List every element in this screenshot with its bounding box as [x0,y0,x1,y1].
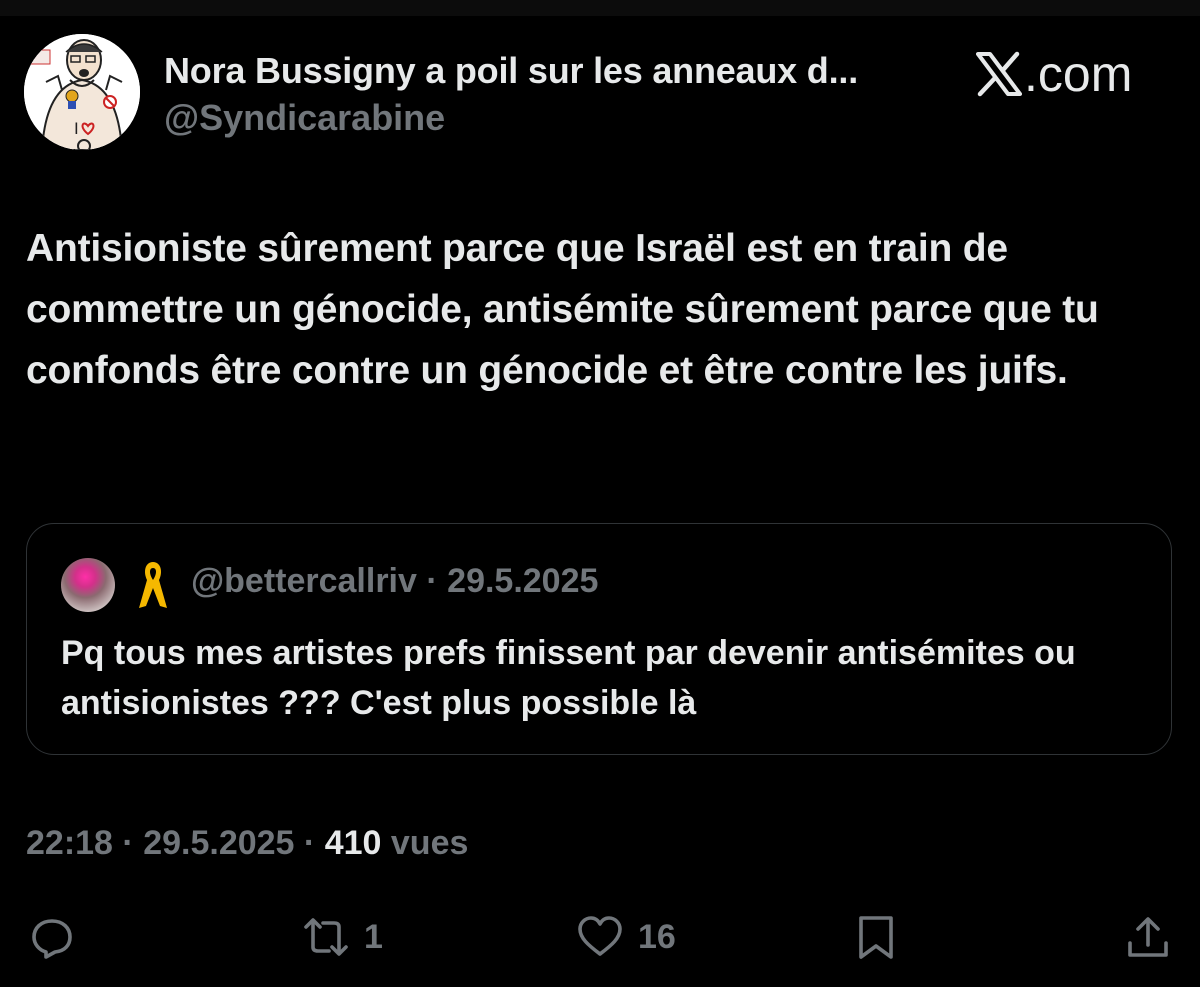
quoted-date[interactable]: 29.5.2025 [447,562,598,600]
post-stats: 22:18 · 29.5.2025 · 410 vues [26,824,468,863]
heart-icon [578,916,622,956]
stats-separator: · [122,824,134,862]
views-label[interactable]: vues [391,824,469,862]
quoted-separator: · [426,562,438,600]
views-count[interactable]: 410 [325,824,382,862]
quoted-avatar[interactable] [61,558,115,612]
brand-text: .com [1024,46,1133,102]
quoted-post-card[interactable]: @bettercallriv · 29.5.2025 Pq tous mes a… [26,523,1172,755]
quoted-post-text: Pq tous mes artistes prefs finissent par… [61,634,1076,722]
yellow-ribbon-icon [135,560,171,612]
author-avatar[interactable]: I [24,34,140,150]
post-text: Antisioniste sûrement parce que Israël e… [26,227,1099,392]
repost-icon [304,918,348,956]
cartoon-avatar-icon: I [24,34,140,150]
like-button[interactable]: 16 [576,904,676,970]
bookmark-button[interactable] [852,904,900,970]
quoted-handle[interactable]: @bettercallriv [191,562,417,600]
author-display-name[interactable]: Nora Bussigny a poil sur les anneaux d..… [164,50,858,92]
quoted-meta: @bettercallriv · 29.5.2025 [191,562,598,601]
repost-count: 1 [364,917,383,956]
svg-text:I: I [74,119,79,138]
repost-button[interactable]: 1 [302,904,383,970]
like-count: 16 [638,917,676,956]
top-edge [0,0,1200,16]
author-handle[interactable]: @Syndicarabine [164,97,445,139]
reply-button[interactable] [28,904,76,970]
action-bar: 1 16 [0,904,1200,970]
stats-separator-2: · [303,824,316,862]
reply-icon [32,919,72,959]
bookmark-icon [859,916,893,959]
share-button[interactable] [1124,904,1172,970]
post-date[interactable]: 29.5.2025 [143,824,294,862]
post-time[interactable]: 22:18 [26,824,113,862]
x-com-watermark: .com [976,46,1132,102]
share-icon [1128,917,1168,957]
x-logo-icon [976,51,1022,97]
